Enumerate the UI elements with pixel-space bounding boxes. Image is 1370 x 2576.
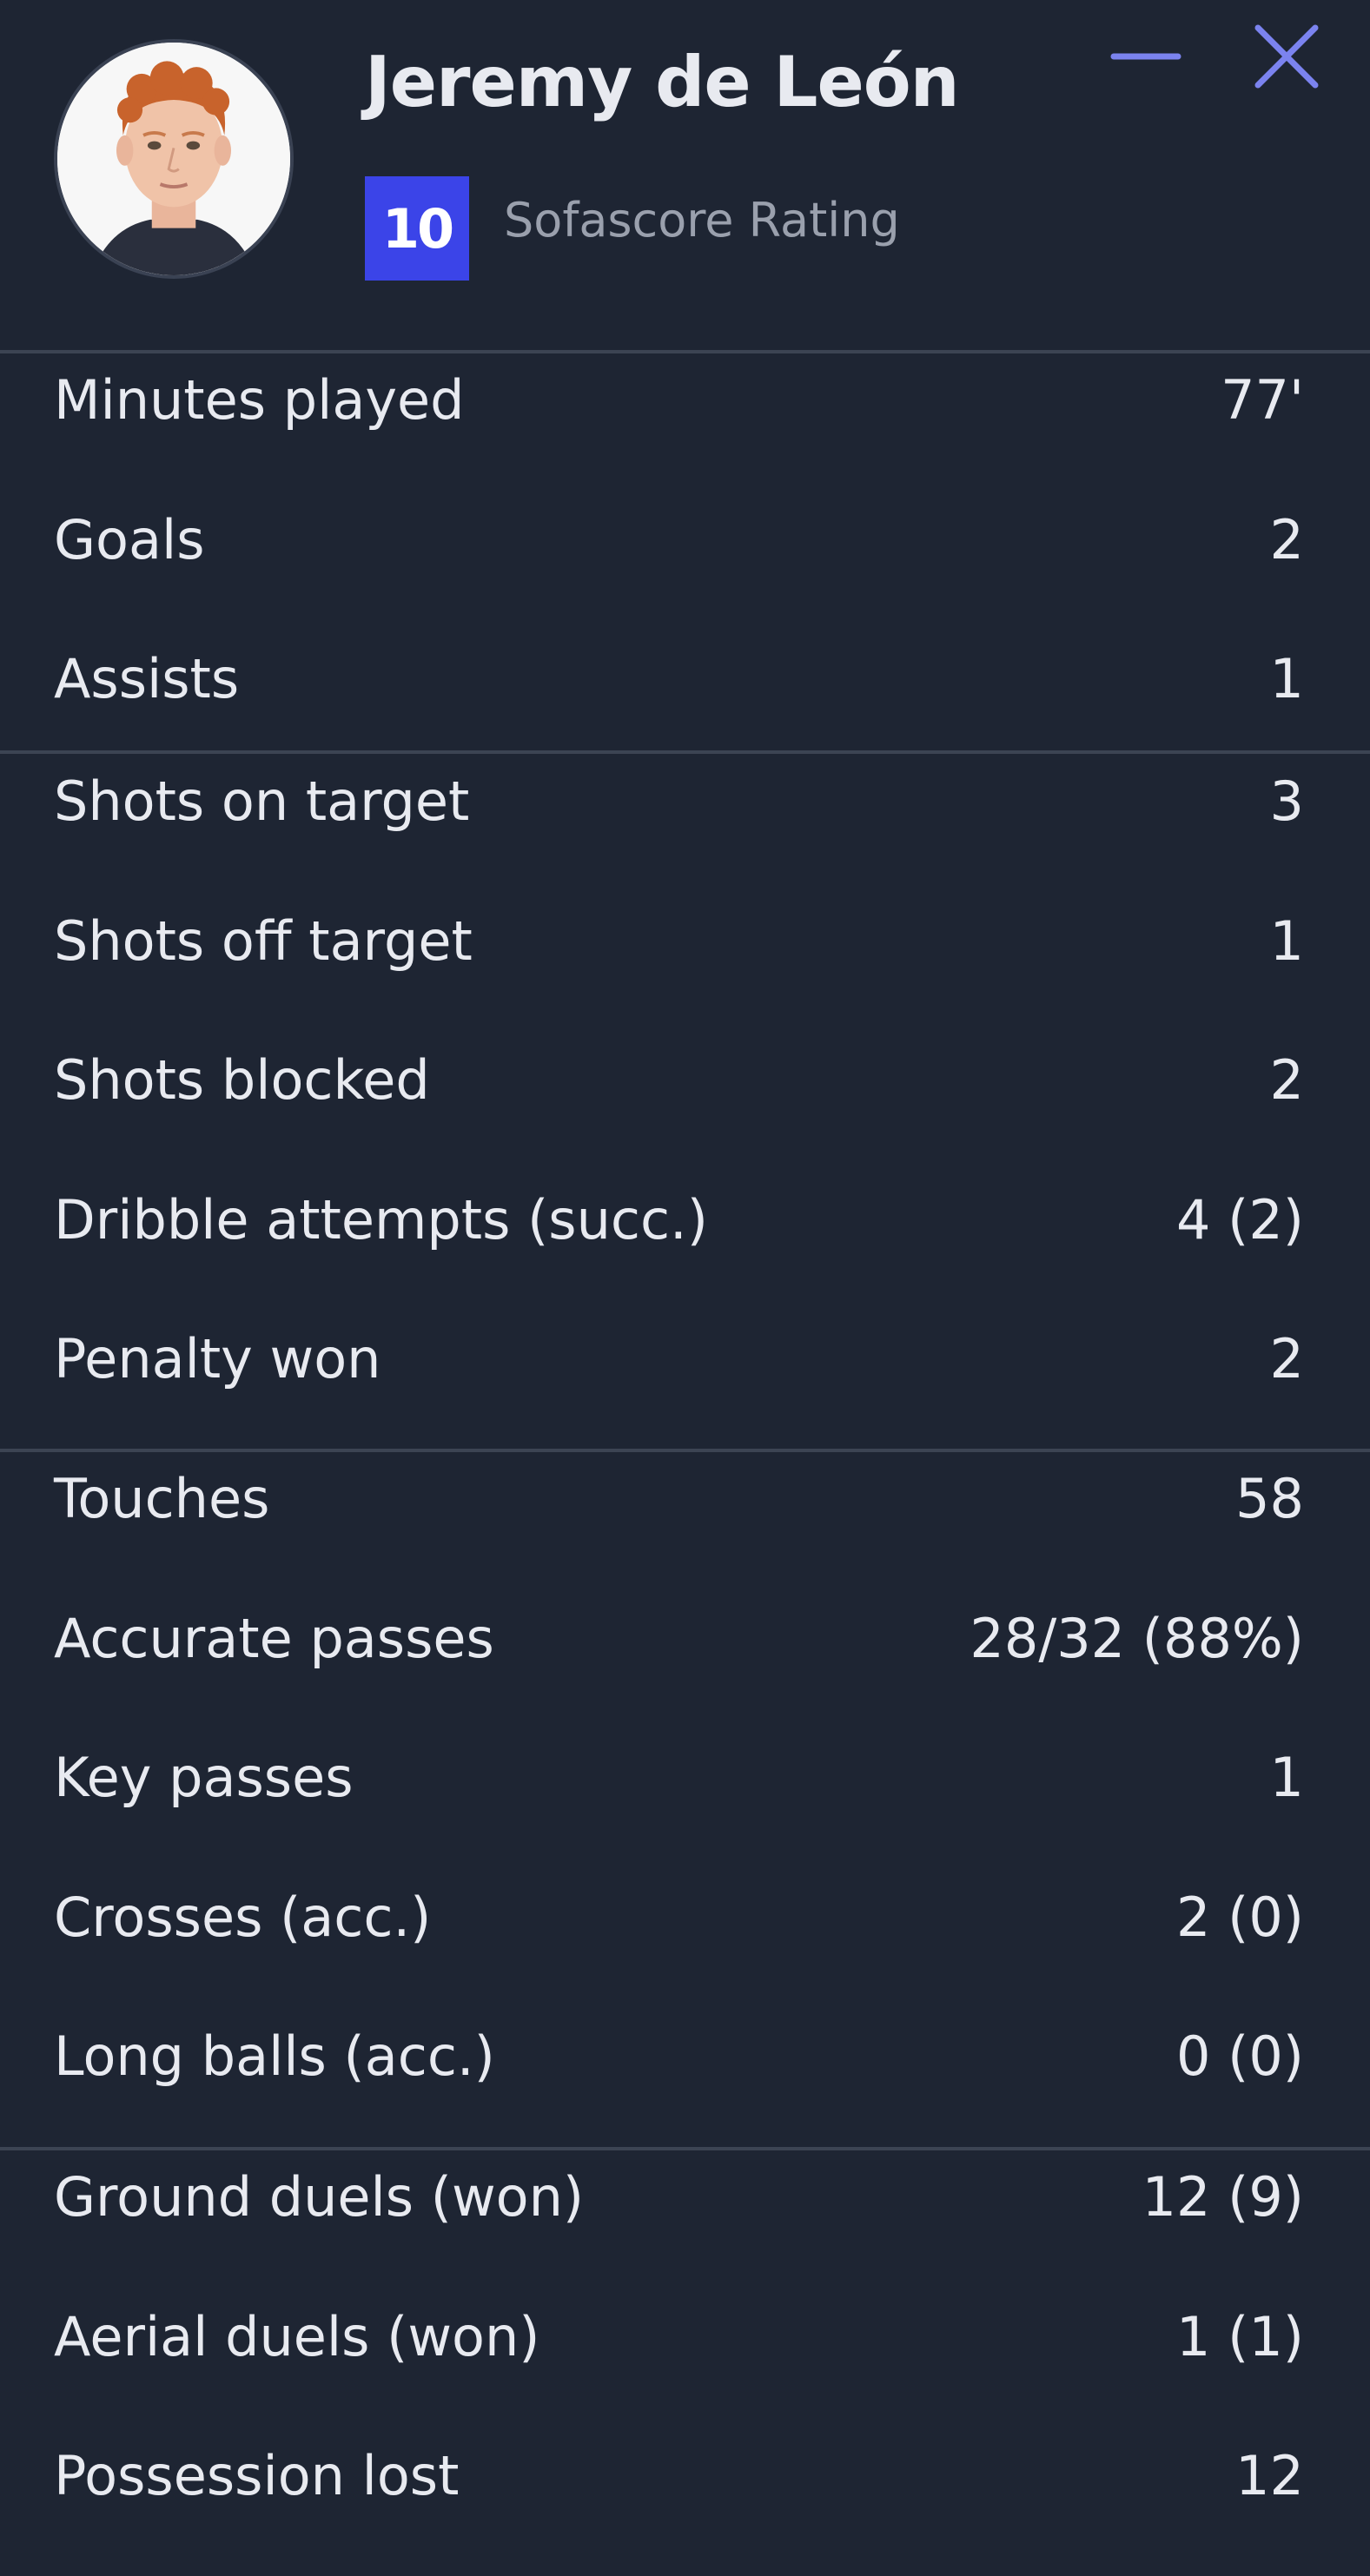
stat-value: 1 (1) — [1176, 2304, 1304, 2368]
stat-row: Accurate passes 28/32 (88%) — [0, 1586, 1370, 1690]
stat-row: Minutes played 77' — [0, 347, 1370, 452]
stat-row: Possession lost 12 — [0, 2423, 1370, 2527]
stat-label: Shots blocked — [54, 1048, 430, 1112]
stat-row: Goals 2 — [0, 487, 1370, 591]
stat-row: Crosses (acc.) 2 (0) — [0, 1865, 1370, 1969]
stat-label: Ground duels (won) — [54, 2165, 585, 2229]
stat-label: Assists — [54, 647, 240, 710]
stat-row: Key passes 1 — [0, 1725, 1370, 1829]
stat-label: Crosses (acc.) — [54, 1885, 432, 1949]
stat-label: Goals — [54, 507, 205, 571]
stat-row: Dribble attempts (succ.) 4 (2) — [0, 1167, 1370, 1271]
stat-row: Shots on target 3 — [0, 749, 1370, 853]
stat-row: Shots blocked 2 — [0, 1027, 1370, 1132]
stat-value: 2 — [1269, 507, 1304, 571]
stat-label: Touches — [54, 1467, 270, 1530]
stat-value: 58 — [1235, 1467, 1304, 1530]
stat-value: 77' — [1221, 368, 1304, 432]
stat-label: Shots off target — [54, 908, 473, 973]
stat-value: 1 — [1269, 908, 1304, 973]
stat-value: 28/32 (88%) — [970, 1606, 1304, 1670]
stat-value: 12 (9) — [1142, 2165, 1304, 2229]
stat-value: 2 — [1269, 1048, 1304, 1112]
stat-label: Shots on target — [54, 769, 470, 833]
stat-label: Minutes played — [54, 368, 465, 432]
stat-label: Penalty won — [54, 1327, 381, 1390]
stat-value: 12 — [1235, 2444, 1304, 2507]
stat-value: 2 — [1269, 1327, 1304, 1390]
stat-label: Aerial duels (won) — [54, 2304, 540, 2368]
stat-label: Long balls (acc.) — [54, 2024, 495, 2088]
stat-label: Key passes — [54, 1746, 354, 1809]
stat-value: 1 — [1269, 647, 1304, 710]
stat-value: 2 (0) — [1176, 1885, 1304, 1949]
stat-row: Ground duels (won) 12 (9) — [0, 2144, 1370, 2249]
stat-row: Assists 1 — [0, 626, 1370, 730]
stat-value: 4 (2) — [1176, 1187, 1304, 1252]
stat-label: Dribble attempts (succ.) — [54, 1187, 708, 1252]
stat-row: Penalty won 2 — [0, 1306, 1370, 1410]
stat-label: Accurate passes — [54, 1606, 494, 1670]
stat-value: 1 — [1269, 1746, 1304, 1809]
stat-row: Touches 58 — [0, 1446, 1370, 1550]
stat-row: Shots off target 1 — [0, 888, 1370, 993]
stat-row: Long balls (acc.) 0 (0) — [0, 2004, 1370, 2108]
stat-value: 0 (0) — [1176, 2024, 1304, 2088]
stat-value: 3 — [1269, 769, 1304, 833]
stats-list: Minutes played 77' Goals 2 Assists 1 Shots on … — [0, 0, 1370, 2576]
stat-row: Aerial duels (won) 1 (1) — [0, 2284, 1370, 2388]
stat-label: Possession lost — [54, 2444, 460, 2507]
